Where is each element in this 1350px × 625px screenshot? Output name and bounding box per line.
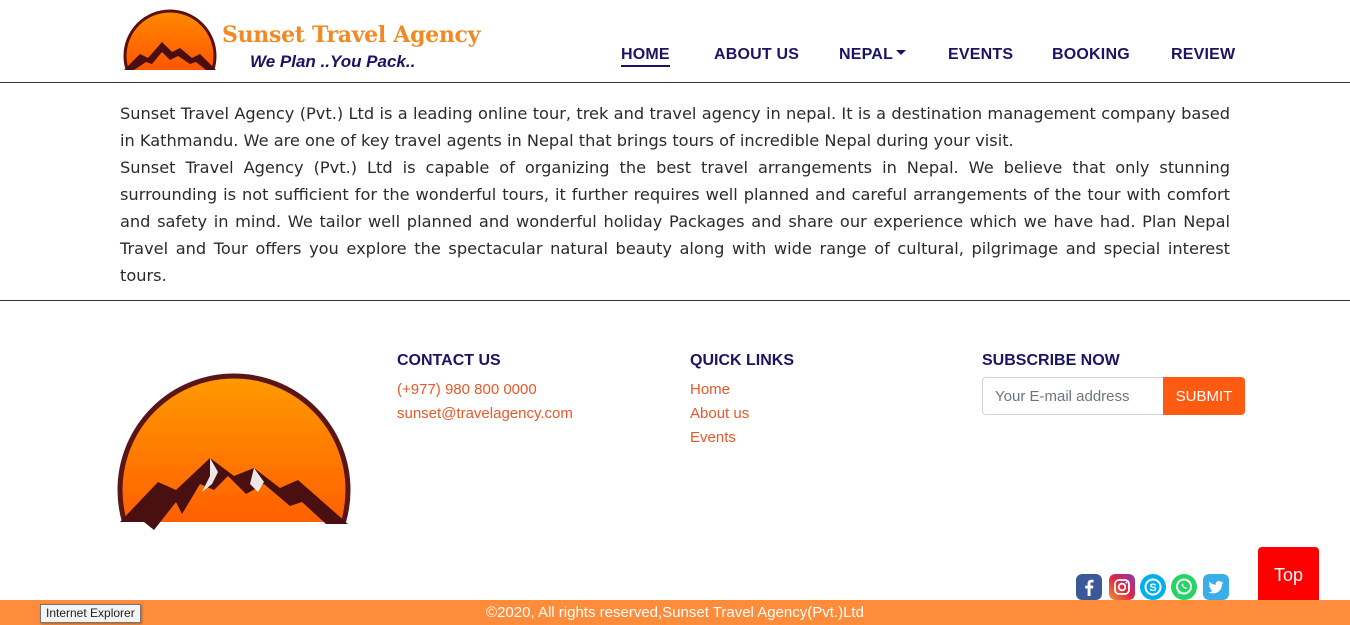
about-section: Sunset Travel Agency (Pvt.) Ltd is a lea… [120,100,1230,289]
skype-icon[interactable]: S [1140,574,1166,600]
quick-link-events[interactable]: Events [690,429,736,446]
nav-nepal-label: NEPAL [839,46,894,63]
nav-booking[interactable]: BOOKING [1052,46,1130,64]
copyright-bar: ©2020, All rights reserved,Sunset Travel… [0,600,1350,625]
quick-links-heading: QUICK LINKS [690,352,794,369]
nav-about-us[interactable]: ABOUT US [714,46,799,64]
nav-review[interactable]: REVIEW [1171,46,1235,64]
main-nav: HOME ABOUT US NEPAL EVENTS BOOKING REVIE… [0,46,1350,68]
nav-nepal-dropdown[interactable]: NEPAL [839,46,907,64]
social-icons: S [1076,574,1236,600]
brand-name: Sunset Travel Agency [222,22,481,48]
back-to-top-button[interactable]: Top [1258,547,1319,604]
copyright-text: ©2020, All rights reserved,Sunset Travel… [486,604,864,621]
about-paragraph-2: Sunset Travel Agency (Pvt.) Ltd is capab… [120,158,1230,285]
subscribe-heading: SUBSCRIBE NOW [982,352,1120,369]
twitter-icon[interactable] [1203,574,1229,600]
submit-button[interactable]: SUBMIT [1163,377,1245,415]
whatsapp-icon[interactable] [1171,574,1197,600]
about-paragraph-1: Sunset Travel Agency (Pvt.) Ltd is a lea… [120,104,1230,150]
facebook-icon[interactable] [1076,574,1102,600]
contact-heading: CONTACT US [397,352,501,369]
contact-phone-link[interactable]: (+977) 980 800 0000 [397,381,537,398]
subscribe-form: SUBMIT [982,377,1245,415]
quick-link-about-us[interactable]: About us [690,405,749,422]
instagram-icon[interactable] [1109,574,1135,600]
contact-email-link[interactable]: sunset@travelagency.com [397,405,573,422]
svg-text:S: S [1149,582,1156,594]
site-header: Sunset Travel Agency We Plan ..You Pack.… [0,0,1350,83]
browser-tooltip: Internet Explorer [40,604,141,623]
footer-sunset-logo-icon [117,373,351,530]
nav-home[interactable]: HOME [621,46,670,67]
email-input[interactable] [982,377,1164,415]
section-divider [0,300,1350,301]
quick-link-home[interactable]: Home [690,381,730,398]
nav-events[interactable]: EVENTS [948,46,1013,64]
caret-down-icon [896,50,907,56]
